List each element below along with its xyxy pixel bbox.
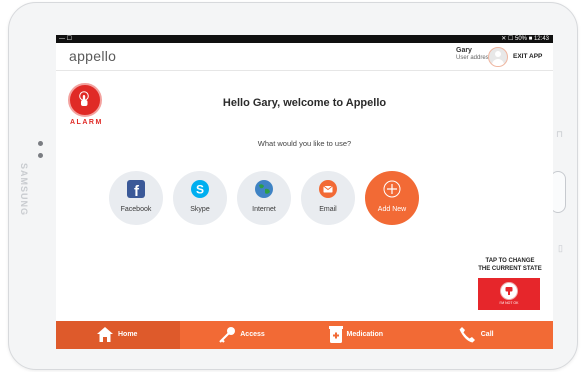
- svg-text:f: f: [134, 183, 140, 198]
- user-address: User address: [456, 55, 492, 61]
- avatar[interactable]: [488, 47, 508, 67]
- tab-label: Access: [240, 331, 265, 338]
- tablet-frame: SAMSUNG ⊓ ▯ — ☐ ✕ ☐ 50% ■ 12:43 appello …: [8, 2, 578, 370]
- phone-icon: [459, 327, 475, 343]
- tab-home[interactable]: Home: [56, 321, 181, 349]
- device-brand: SAMSUNG: [19, 163, 29, 217]
- state-instruction-line2: THE CURRENT STATE: [478, 266, 542, 272]
- add-new-app-button[interactable]: Add New: [365, 171, 419, 225]
- thumbs-down-icon: [500, 282, 518, 300]
- skype-app-button[interactable]: S Skype: [173, 171, 227, 225]
- internet-app-button[interactable]: Internet: [237, 171, 291, 225]
- facebook-icon: f: [127, 180, 145, 200]
- tab-label: Medication: [346, 331, 384, 338]
- status-bar: — ☐ ✕ ☐ 50% ■ 12:43: [56, 35, 553, 43]
- tab-label: Home: [118, 331, 138, 338]
- app-header: appello Gary User address EXIT APP: [56, 43, 553, 71]
- home-icon: [97, 327, 113, 342]
- app-label: Email: [319, 206, 337, 213]
- skype-icon: S: [191, 180, 209, 198]
- alarm-label: ALARM: [70, 119, 103, 126]
- exit-app-button[interactable]: EXIT APP: [513, 53, 542, 60]
- email-icon: [319, 180, 337, 198]
- status-left: — ☐: [59, 36, 73, 42]
- plus-icon: [383, 180, 401, 198]
- app-screen: — ☐ ✕ ☐ 50% ■ 12:43 appello Gary User ad…: [56, 35, 553, 349]
- recent-apps-icon[interactable]: ⊓: [556, 129, 563, 140]
- state-label: I'M NOT OK: [499, 301, 519, 305]
- question-text: What would you like to use?: [257, 139, 352, 148]
- avatar-body-icon: [492, 59, 504, 66]
- status-right: ✕ ☐ 50% ■ 12:43: [501, 36, 549, 42]
- app-launcher: f Facebook S Skype Internet Email Add Ne…: [109, 171, 469, 227]
- globe-icon: [255, 180, 273, 198]
- app-label: Add New: [377, 206, 407, 213]
- app-label: Internet: [252, 206, 276, 213]
- sensor-icon: [38, 153, 43, 158]
- camera-icon: [38, 141, 43, 146]
- back-icon[interactable]: ▯: [558, 243, 563, 254]
- avatar-head-icon: [495, 51, 501, 57]
- app-label: Facebook: [120, 206, 152, 213]
- medication-icon: [328, 326, 343, 343]
- tab-label: Call: [480, 331, 494, 338]
- app-label: Skype: [190, 206, 210, 213]
- key-icon: [219, 327, 236, 343]
- bottom-nav: Home Access Medication Call: [56, 321, 553, 349]
- facebook-app-button[interactable]: f Facebook: [109, 171, 163, 225]
- welcome-heading: Hello Gary, welcome to Appello: [222, 97, 387, 109]
- tab-call[interactable]: Call: [429, 321, 553, 349]
- appello-logo: appello: [69, 48, 117, 64]
- svg-text:S: S: [196, 183, 204, 197]
- tab-medication[interactable]: Medication: [305, 321, 429, 349]
- email-app-button[interactable]: Email: [301, 171, 355, 225]
- user-name: Gary: [456, 47, 472, 54]
- tab-access[interactable]: Access: [180, 321, 304, 349]
- state-toggle-button[interactable]: I'M NOT OK: [478, 278, 540, 310]
- state-instruction-line1: TAP TO CHANGE: [485, 258, 535, 264]
- state-instruction: TAP TO CHANGE THE CURRENT STATE: [467, 257, 553, 273]
